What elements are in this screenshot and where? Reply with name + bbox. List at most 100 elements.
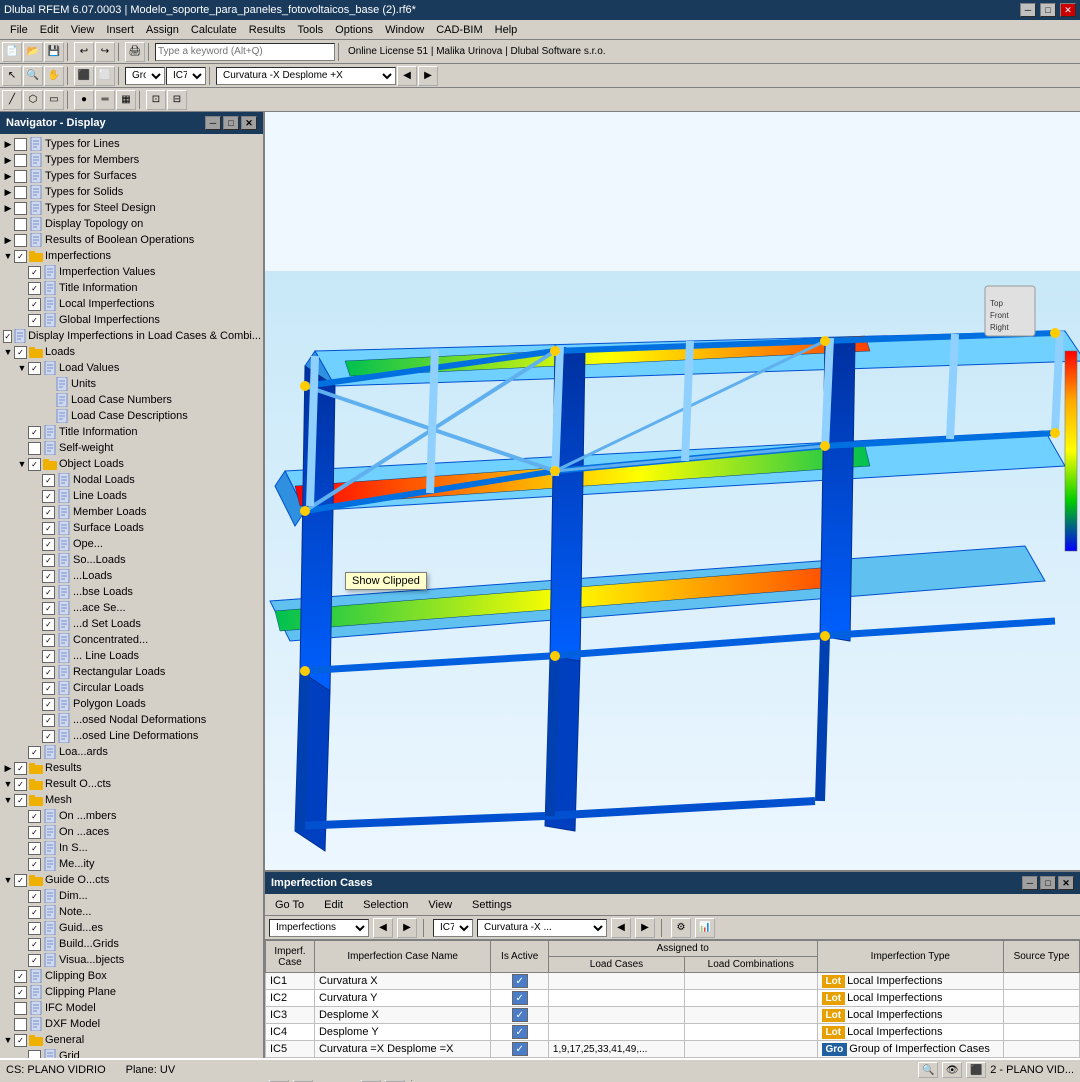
curve-combo[interactable]: Curvatura -X ... (477, 919, 607, 937)
table-row[interactable]: IC5Curvatura =X Desplome =X✓1,9,17,25,33… (266, 1041, 1080, 1058)
tree-item-22[interactable]: Nodal Loads (0, 472, 263, 488)
tree-checkbox-14[interactable] (14, 346, 27, 359)
panel-maximize-button[interactable]: □ (1040, 876, 1056, 890)
minimize-button[interactable]: ─ (1020, 3, 1036, 17)
tree-checkbox-52[interactable] (28, 954, 41, 967)
tree-checkbox-38[interactable] (42, 730, 55, 743)
tree-expand-1[interactable]: ▶ (2, 139, 14, 150)
view3d-button[interactable]: ⬛ (74, 66, 94, 86)
tree-checkbox-36[interactable] (42, 698, 55, 711)
tree-checkbox-12[interactable] (28, 314, 41, 327)
tree-checkbox-57[interactable] (14, 1034, 27, 1047)
tree-item-17[interactable]: Load Case Numbers (0, 392, 263, 408)
viewxy-button[interactable]: ⬜ (95, 66, 115, 86)
nav-maximize-button[interactable]: □ (223, 116, 239, 130)
deformation-combo[interactable]: Curvatura -X Desplome +X (216, 67, 396, 85)
tree-item-1[interactable]: ▶Types for Lines (0, 136, 263, 152)
tree-item-5[interactable]: ▶Types for Steel Design (0, 200, 263, 216)
tree-item-39[interactable]: Loa...ards (0, 744, 263, 760)
tree-checkbox-6[interactable] (14, 218, 27, 231)
tree-item-33[interactable]: ... Line Loads (0, 648, 263, 664)
print-button[interactable]: 🖨 (125, 42, 145, 62)
tree-checkbox-45[interactable] (28, 842, 41, 855)
tree-item-9[interactable]: Imperfection Values (0, 264, 263, 280)
tree-item-23[interactable]: Line Loads (0, 488, 263, 504)
tree-checkbox-48[interactable] (28, 890, 41, 903)
menu-item-calculate[interactable]: Calculate (185, 22, 243, 38)
tree-expand-41[interactable]: ▼ (2, 779, 14, 789)
tree-item-15[interactable]: ▼Load Values (0, 360, 263, 376)
status-btn-3[interactable]: ⬛ (966, 1062, 986, 1078)
tree-checkbox-34[interactable] (42, 666, 55, 679)
tree-item-52[interactable]: Visua...bjects (0, 952, 263, 968)
tree-checkbox-56[interactable] (14, 1018, 27, 1031)
settings-menu[interactable]: Settings (466, 897, 518, 913)
tree-item-12[interactable]: Global Imperfections (0, 312, 263, 328)
prev-curve-button[interactable]: ◀ (611, 918, 631, 938)
tree-checkbox-26[interactable] (42, 538, 55, 551)
tree-checkbox-13[interactable] (3, 330, 12, 343)
tree-item-19[interactable]: Title Information (0, 424, 263, 440)
active-checkbox[interactable]: ✓ (512, 1042, 528, 1056)
tree-checkbox-44[interactable] (28, 826, 41, 839)
tree-checkbox-8[interactable] (14, 250, 27, 263)
tree-item-51[interactable]: Build...Grids (0, 936, 263, 952)
tree-item-13[interactable]: Display Imperfections in Load Cases & Co… (0, 328, 263, 344)
tree-checkbox-49[interactable] (28, 906, 41, 919)
cell-active[interactable]: ✓ (491, 1024, 548, 1041)
table-row[interactable]: IC1Curvatura X✓LotLocal Imperfections (266, 973, 1080, 990)
tree-checkbox-37[interactable] (42, 714, 55, 727)
tree-checkbox-22[interactable] (42, 474, 55, 487)
tree-checkbox-29[interactable] (42, 586, 55, 599)
menu-item-assign[interactable]: Assign (140, 22, 185, 38)
tree-expand-7[interactable]: ▶ (2, 235, 14, 246)
tree-checkbox-53[interactable] (14, 970, 27, 983)
tree-checkbox-31[interactable] (42, 618, 55, 631)
col-header-source[interactable]: Source Type (1004, 941, 1080, 973)
tree-checkbox-11[interactable] (28, 298, 41, 311)
active-checkbox[interactable]: ✓ (512, 1025, 528, 1039)
tree-item-26[interactable]: Ope... (0, 536, 263, 552)
col-header-name[interactable]: Imperfection Case Name (314, 941, 491, 973)
tree-item-47[interactable]: ▼Guide O...cts (0, 872, 263, 888)
tree-expand-3[interactable]: ▶ (2, 171, 14, 182)
menu-item-insert[interactable]: Insert (100, 22, 140, 38)
edit-menu[interactable]: Edit (318, 897, 349, 913)
member-button[interactable]: ═ (95, 90, 115, 110)
tree-checkbox-41[interactable] (14, 778, 27, 791)
save-button[interactable]: 💾 (44, 42, 64, 62)
undo-button[interactable]: ↩ (74, 42, 94, 62)
tree-item-3[interactable]: ▶Types for Surfaces (0, 168, 263, 184)
tree-item-55[interactable]: IFC Model (0, 1000, 263, 1016)
tree-checkbox-39[interactable] (28, 746, 41, 759)
tree-checkbox-7[interactable] (14, 234, 27, 247)
tree-checkbox-3[interactable] (14, 170, 27, 183)
draw-poly-button[interactable]: ⬡ (23, 90, 43, 110)
tree-item-25[interactable]: Surface Loads (0, 520, 263, 536)
tree-checkbox-25[interactable] (42, 522, 55, 535)
tree-expand-4[interactable]: ▶ (2, 187, 14, 198)
tree-checkbox-47[interactable] (14, 874, 27, 887)
tree-checkbox-5[interactable] (14, 202, 27, 215)
tree-item-56[interactable]: DXF Model (0, 1016, 263, 1032)
cell-active[interactable]: ✓ (491, 1007, 548, 1024)
tree-item-21[interactable]: ▼Object Loads (0, 456, 263, 472)
select-all-button[interactable]: ⊡ (146, 90, 166, 110)
table-row[interactable]: IC4Desplome Y✓LotLocal Imperfections (266, 1024, 1080, 1041)
settings-btn[interactable]: ⚙ (671, 918, 691, 938)
tree-item-43[interactable]: On ...mbers (0, 808, 263, 824)
tree-checkbox-50[interactable] (28, 922, 41, 935)
tree-item-18[interactable]: Load Case Descriptions (0, 408, 263, 424)
tree-item-11[interactable]: Local Imperfections (0, 296, 263, 312)
tree-expand-57[interactable]: ▼ (2, 1035, 14, 1045)
tree-expand-5[interactable]: ▶ (2, 203, 14, 214)
tree-item-27[interactable]: So...Loads (0, 552, 263, 568)
tree-checkbox-2[interactable] (14, 154, 27, 167)
tree-checkbox-43[interactable] (28, 810, 41, 823)
open-button[interactable]: 📂 (23, 42, 43, 62)
tree-expand-14[interactable]: ▼ (2, 347, 14, 357)
tree-item-49[interactable]: Note... (0, 904, 263, 920)
tree-item-16[interactable]: Units (0, 376, 263, 392)
panel-minimize-button[interactable]: ─ (1022, 876, 1038, 890)
tree-item-14[interactable]: ▼Loads (0, 344, 263, 360)
